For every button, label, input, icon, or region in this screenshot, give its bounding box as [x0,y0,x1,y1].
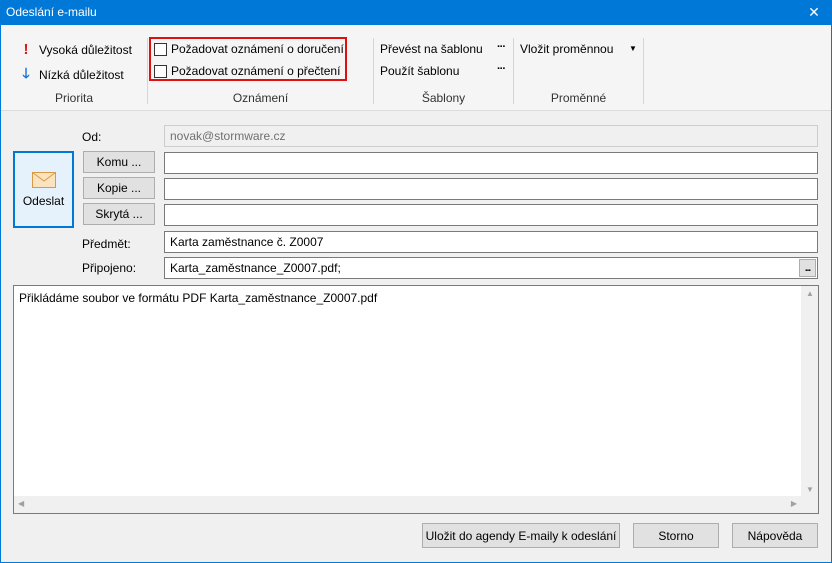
envelope-icon [31,171,56,188]
help-button[interactable]: Nápověda [732,523,818,548]
use-template-button[interactable]: Použít šablonu [380,64,459,78]
subject-field[interactable]: Karta zaměstnance č. Z0007 [164,231,818,253]
priority-group-label: Priorita [54,91,93,105]
low-priority-label: Nízká důležitost [39,68,124,82]
from-label: Od: [82,130,102,144]
scroll-up-icon[interactable]: ▲ [806,289,814,298]
message-body[interactable]: Přikládáme soubor ve formátu PDF Karta_z… [13,285,819,514]
use-template-label: Použít šablonu [380,64,460,78]
low-priority-button[interactable]: 🡓 Nízká důležitost [19,63,124,87]
arrow-down-icon: 🡓 [22,65,30,81]
subject-label: Předmět: [82,237,131,251]
templates-group-label: Šablony [421,91,466,105]
exclamation-icon: ! [23,41,29,58]
message-body-text: Přikládáme soubor ve formátu PDF Karta_z… [19,291,378,305]
templates-group: Převést na šablonu ··· Použít šablonu ··… [374,25,513,111]
ribbon: ! Vysoká důležitost 🡓 Nízká důležitost P… [1,25,831,111]
variables-group: Vložit proměnnou ▼ Proměnné [514,25,643,111]
insert-variable-button[interactable]: Vložit proměnnou [520,42,613,56]
from-field: novak@stormware.cz [164,125,818,147]
convert-to-template-button[interactable]: Převést na šablonu [380,42,483,56]
scroll-right-icon[interactable]: ▶ [791,499,797,508]
bcc-field[interactable] [164,204,818,226]
high-priority-label: Vysoká důležitost [39,42,132,57]
title-bar: Odeslání e-mailu ✕ [0,0,832,25]
convert-more-icon[interactable]: ··· [497,41,506,53]
scroll-down-icon[interactable]: ▼ [806,485,814,494]
insert-variable-label: Vložit proměnnou [520,42,614,56]
to-field[interactable] [164,152,818,174]
window-title: Odeslání e-mailu [6,5,97,19]
cancel-button[interactable]: Storno [633,523,719,548]
cc-field[interactable] [164,178,818,200]
bcc-button[interactable]: Skrytá ... [83,203,155,225]
high-priority-button[interactable]: ! Vysoká důležitost [19,41,132,58]
use-template-more-icon[interactable]: ··· [497,63,506,75]
chevron-down-icon[interactable]: ▼ [629,44,637,53]
cc-button[interactable]: Kopie ... [83,177,155,199]
attached-field[interactable]: Karta_zaměstnance_Z0007.pdf; [164,257,818,279]
send-button[interactable]: Odeslat [13,151,74,228]
attached-label: Připojeno: [82,261,137,275]
convert-to-template-label: Převést na šablonu [380,42,483,56]
save-to-agenda-button[interactable]: Uložit do agendy E-maily k odeslání [422,523,620,548]
attach-browse-button[interactable]: ... [799,259,816,277]
scroll-left-icon[interactable]: ◀ [18,499,24,508]
horizontal-scrollbar[interactable]: ◀ ▶ [14,496,801,513]
scrollbar-corner [801,496,818,513]
send-label: Odeslat [22,193,65,208]
priority-group: ! Vysoká důležitost 🡓 Nízká důležitost P… [1,25,147,111]
variables-group-label: Proměnné [550,91,607,105]
close-icon[interactable]: ✕ [796,0,832,25]
notifications-group-label: Oznámení [232,91,289,105]
vertical-scrollbar[interactable]: ▲ ▼ [801,286,818,497]
ribbon-separator [643,38,644,104]
highlight-frame [149,37,347,81]
to-button[interactable]: Komu ... [83,151,155,173]
